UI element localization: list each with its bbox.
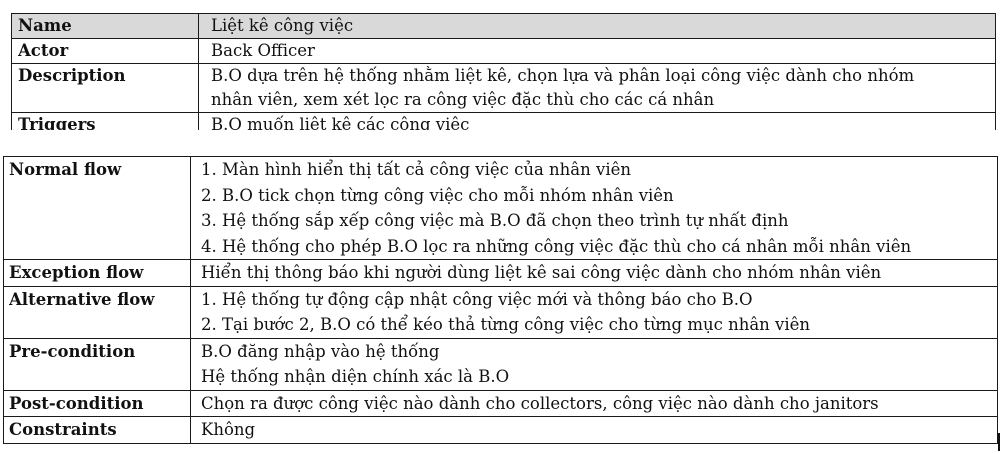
row-label: Triggers: [11, 112, 199, 130]
label-text: Description: [18, 66, 126, 85]
value-line: B.O đăng nhập vào hệ thống: [201, 341, 440, 361]
value-line: 2. Tại bước 2, B.O có thể kéo thả từng c…: [201, 315, 811, 334]
value-line: Liệt kê công việc: [211, 16, 354, 35]
value-line: 1. Màn hình hiển thị tất cả công việc củ…: [201, 160, 631, 179]
row-value: 1. Hệ thống tự động cập nhật công việc m…: [190, 285, 998, 339]
row-value: Back Officer: [198, 38, 996, 64]
row-label: Constraints: [3, 416, 191, 444]
label-text: Name: [18, 16, 72, 35]
value-line: 2. B.O tick chọn từng công việc cho mỗi …: [201, 185, 674, 205]
row-constraints: Constraints Không: [3, 416, 998, 444]
row-label: Description: [11, 63, 199, 113]
row-label: Exception flow: [3, 259, 191, 287]
value-line: B.O muốn liệt kê các công việc: [211, 115, 470, 130]
value-line: Hiển thị thông báo khi người dùng liệt k…: [201, 263, 882, 282]
label-text: Actor: [18, 41, 69, 60]
row-value: Chọn ra được công việc nào dành cho coll…: [190, 389, 998, 417]
label-text: Pre-condition: [9, 341, 136, 361]
row-value: Không: [190, 416, 998, 444]
row-name: Name Liệt kê công việc: [11, 13, 996, 39]
label-text: Exception flow: [9, 263, 144, 282]
value-line: Không: [201, 420, 256, 439]
row-value: 1. Màn hình hiển thị tất cả công việc củ…: [190, 156, 998, 260]
row-label: Actor: [11, 38, 199, 64]
row-label: Post-condition: [3, 389, 191, 417]
row-value: Liệt kê công việc: [198, 13, 996, 39]
row-description: Description B.O dựa trên hệ thống nhằm l…: [11, 63, 996, 113]
row-value: B.O muốn liệt kê các công việc: [198, 112, 996, 130]
value-line: 3. Hệ thống sắp xếp công việc mà B.O đã …: [201, 211, 789, 230]
row-normal-flow: Normal flow 1. Màn hình hiển thị tất cả …: [3, 156, 998, 260]
value-line: 1. Hệ thống tự động cập nhật công việc m…: [201, 289, 753, 309]
row-value: B.O đăng nhập vào hệ thống Hệ thống nhận…: [190, 337, 998, 391]
row-value: B.O dựa trên hệ thống nhằm liệt kê, chọn…: [198, 63, 996, 113]
row-post-condition: Post-condition Chọn ra được công việc nà…: [3, 389, 998, 417]
use-case-flow-table: Normal flow 1. Màn hình hiển thị tất cả …: [3, 156, 998, 444]
row-exception-flow: Exception flow Hiển thị thông báo khi ng…: [3, 259, 998, 287]
row-label: Name: [11, 13, 199, 39]
value-line: Back Officer: [211, 41, 315, 60]
label-text: Normal flow: [9, 160, 122, 179]
value-line: Hệ thống nhận diện chính xác là B.O: [201, 367, 510, 386]
label-text: Post-condition: [9, 393, 144, 413]
row-label: Alternative flow: [3, 285, 191, 339]
value-line: B.O dựa trên hệ thống nhằm liệt kê, chọn…: [211, 66, 915, 85]
value-line: 4. Hệ thống cho phép B.O lọc ra những cô…: [201, 236, 912, 256]
text-cursor: [998, 433, 1000, 451]
row-label: Pre-condition: [3, 337, 191, 391]
value-line: Chọn ra được công việc nào dành cho coll…: [201, 393, 879, 413]
label-text: Constraints: [9, 420, 117, 439]
row-alternative-flow: Alternative flow 1. Hệ thống tự động cập…: [3, 285, 998, 339]
value-line: nhân viên, xem xét lọc ra công việc đặc …: [211, 90, 715, 109]
use-case-header-table: Name Liệt kê công việc Actor Back Office…: [11, 13, 996, 130]
label-text: Triggers: [18, 115, 96, 130]
label-text: Alternative flow: [9, 289, 155, 309]
row-label: Normal flow: [3, 156, 191, 260]
row-pre-condition: Pre-condition B.O đăng nhập vào hệ thống…: [3, 337, 998, 391]
row-triggers: Triggers B.O muốn liệt kê các công việc: [11, 112, 996, 130]
row-actor: Actor Back Officer: [11, 38, 996, 64]
row-value: Hiển thị thông báo khi người dùng liệt k…: [190, 259, 998, 287]
